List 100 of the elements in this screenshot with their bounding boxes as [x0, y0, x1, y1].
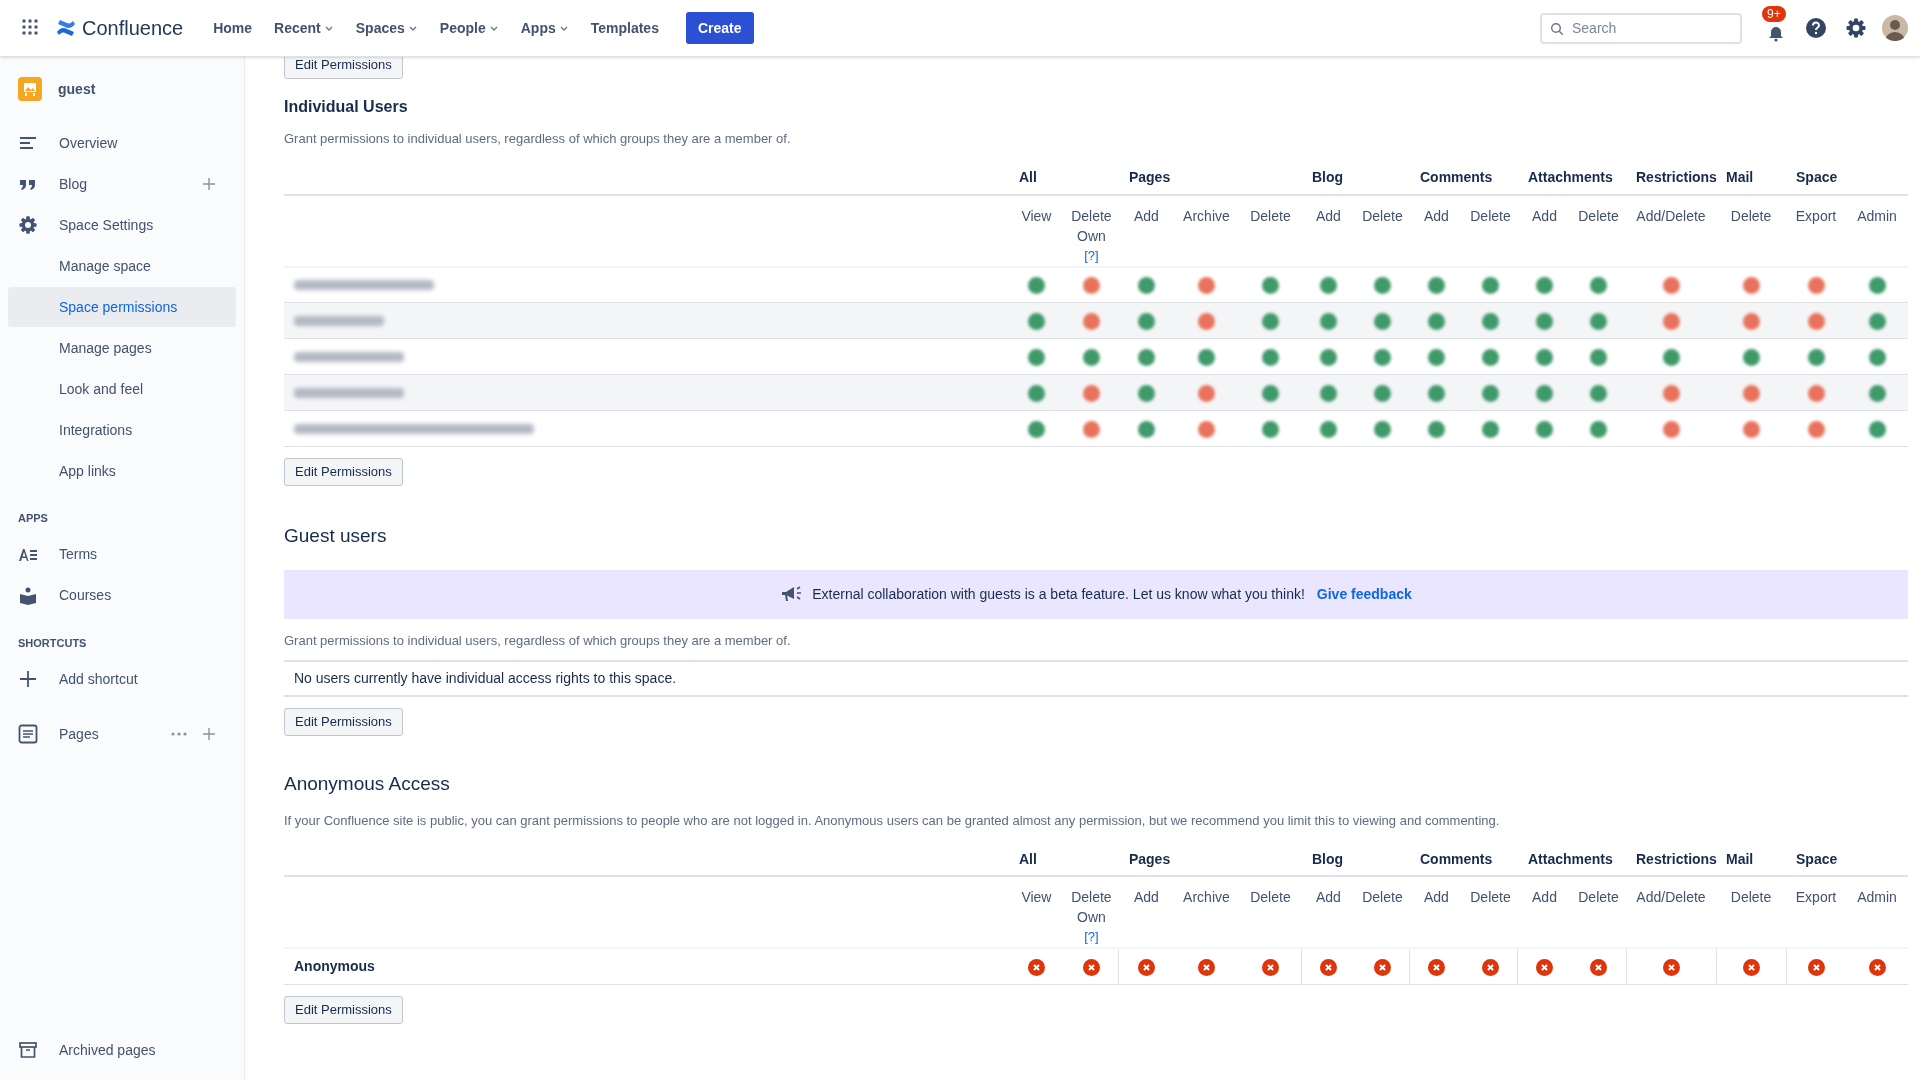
- column-group-header: Mail: [1726, 850, 1754, 867]
- nav-menu-item[interactable]: People: [439, 17, 499, 39]
- sidebar-item[interactable]: Space permissions: [8, 287, 236, 327]
- sidebar-item[interactable]: Manage pages: [8, 328, 236, 368]
- help-link[interactable]: [?]: [1084, 927, 1099, 947]
- settings-icon: [18, 215, 38, 235]
- search-field[interactable]: Search: [1540, 12, 1742, 44]
- column-header: Add: [1532, 206, 1557, 226]
- column-header: Add: [1133, 888, 1159, 907]
- sidebar-item[interactable]: Space Settings: [8, 205, 236, 245]
- space-icon: [18, 77, 42, 101]
- sidebar-item[interactable]: Add shortcut: [8, 659, 236, 699]
- bell-icon: [1767, 24, 1785, 42]
- column-group-header: Restrictions: [1636, 169, 1717, 185]
- column-header: Delete: [1578, 888, 1619, 907]
- sidebar-item[interactable]: Integrations: [8, 410, 236, 450]
- column-header: Add: [1316, 888, 1341, 907]
- column-header: View: [1021, 206, 1052, 226]
- sidebar-item[interactable]: Manage space: [8, 246, 236, 286]
- column-group-header: Blog: [1311, 169, 1344, 185]
- column-group-header: Attachments: [1528, 169, 1613, 185]
- space-link[interactable]: guest: [8, 69, 236, 109]
- column-header: Delete Own: [1070, 206, 1113, 246]
- archive-icon: [18, 1040, 38, 1060]
- sidebar-item[interactable]: Terms: [8, 534, 236, 575]
- more-button[interactable]: [170, 731, 188, 737]
- column-header: Export: [1795, 206, 1837, 226]
- column-header: View: [1021, 888, 1052, 907]
- section-title: Guest users: [284, 524, 388, 548]
- megaphone-icon: [780, 585, 803, 603]
- nav-menu-item[interactable]: Templates: [590, 17, 659, 39]
- section-heading: APPS: [17, 511, 49, 526]
- column-group-header: Space: [1796, 169, 1838, 185]
- nav-menu-item[interactable]: Recent: [274, 17, 334, 39]
- column-header: Delete: [1470, 888, 1511, 907]
- section-description: If your Confluence site is public, you can grant permissions to people who are not logged in. Anonymous users can be granted almost any permission, but we recommend you limit this to viewing and commenting.: [284, 811, 1501, 830]
- sidebar-item[interactable]: Archived pages: [8, 1030, 236, 1070]
- column-group-header: Attachments: [1528, 850, 1613, 867]
- edit-permissions-button[interactable]: Edit Permissions: [284, 995, 403, 1024]
- sidebar-item[interactable]: Blog: [8, 164, 236, 204]
- avatar[interactable]: [1882, 15, 1908, 41]
- sidebar-item[interactable]: App links: [8, 451, 236, 491]
- create-button[interactable]: Create: [685, 12, 754, 44]
- confluence-logo[interactable]: Confluence: [56, 13, 184, 43]
- notification-badge: 9+: [1762, 6, 1786, 22]
- column-header: Archive: [1183, 888, 1230, 907]
- section-description: Grant permissions to individual users, regardless of which groups they are a member of.: [284, 130, 792, 148]
- user-name: Anonymous: [294, 958, 375, 975]
- column-group-header: Pages: [1128, 169, 1171, 185]
- page-icon: [18, 724, 38, 744]
- column-group-header: Comments: [1419, 169, 1493, 185]
- column-header: Export: [1795, 888, 1837, 907]
- column-group-header: All: [1018, 169, 1037, 185]
- nav-menu-item[interactable]: Apps: [520, 17, 569, 39]
- column-header: Admin: [1857, 206, 1897, 226]
- edit-permissions-button[interactable]: Edit Permissions: [284, 458, 403, 486]
- column-group-header: All: [1018, 850, 1037, 867]
- section-description: Grant permissions to individual users, regardless of which groups they are a member of.: [284, 630, 1908, 662]
- nav-menu-item[interactable]: Home: [213, 17, 253, 39]
- sidebar-item[interactable]: Look and feel: [8, 369, 236, 409]
- column-header: Add: [1133, 206, 1159, 226]
- feedback-link[interactable]: Give feedback: [1316, 583, 1412, 605]
- sidebar-item[interactable]: Overview: [8, 123, 236, 163]
- column-header: Add: [1532, 888, 1557, 907]
- plus-icon: [202, 177, 216, 191]
- column-header: Add/Delete: [1636, 888, 1706, 907]
- nav-menu-item[interactable]: Spaces: [355, 17, 418, 39]
- banner-message: External collaboration with guests is a beta feature. Let us know what you think!: [812, 584, 1305, 604]
- section-heading: SHORTCUTS: [17, 635, 88, 651]
- plus-icon: [18, 669, 38, 689]
- column-header: Delete: [1362, 888, 1403, 907]
- column-header: Add: [1424, 888, 1449, 907]
- sidebar-item[interactable]: Courses: [8, 575, 236, 616]
- edit-permissions-button[interactable]: Edit Permissions: [284, 708, 403, 736]
- column-group-header: Blog: [1311, 850, 1344, 867]
- person-book-icon: [18, 585, 38, 606]
- column-header: Delete: [1730, 888, 1772, 907]
- column-header: Admin: [1857, 888, 1897, 907]
- column-group-header: Comments: [1419, 850, 1493, 867]
- column-header: Delete: [1362, 206, 1403, 226]
- sidebar-item[interactable]: Pages: [18, 723, 170, 745]
- column-header: Delete: [1250, 888, 1291, 907]
- section-title: Individual Users: [284, 97, 409, 117]
- column-group-header: Restrictions: [1636, 850, 1717, 867]
- column-header: Delete: [1578, 206, 1619, 226]
- column-header: Add: [1424, 206, 1449, 226]
- column-header: Delete: [1470, 206, 1511, 226]
- edit-permissions-button[interactable]: Edit Permissions: [284, 57, 403, 79]
- column-group-header: Pages: [1128, 850, 1171, 867]
- column-header: Delete: [1250, 206, 1291, 226]
- column-header: Delete: [1730, 206, 1772, 226]
- column-header: Delete Own: [1070, 888, 1113, 927]
- column-group-header: Space: [1796, 850, 1838, 867]
- column-header: Add/Delete: [1636, 206, 1706, 226]
- column-group-header: Mail: [1726, 169, 1754, 185]
- search-icon: [1550, 21, 1564, 36]
- column-header: Archive: [1183, 206, 1230, 226]
- empty-message: No users currently have individual access rights to this space.: [294, 669, 677, 688]
- column-header: Add: [1316, 206, 1341, 226]
- help-link[interactable]: [?]: [1084, 245, 1099, 266]
